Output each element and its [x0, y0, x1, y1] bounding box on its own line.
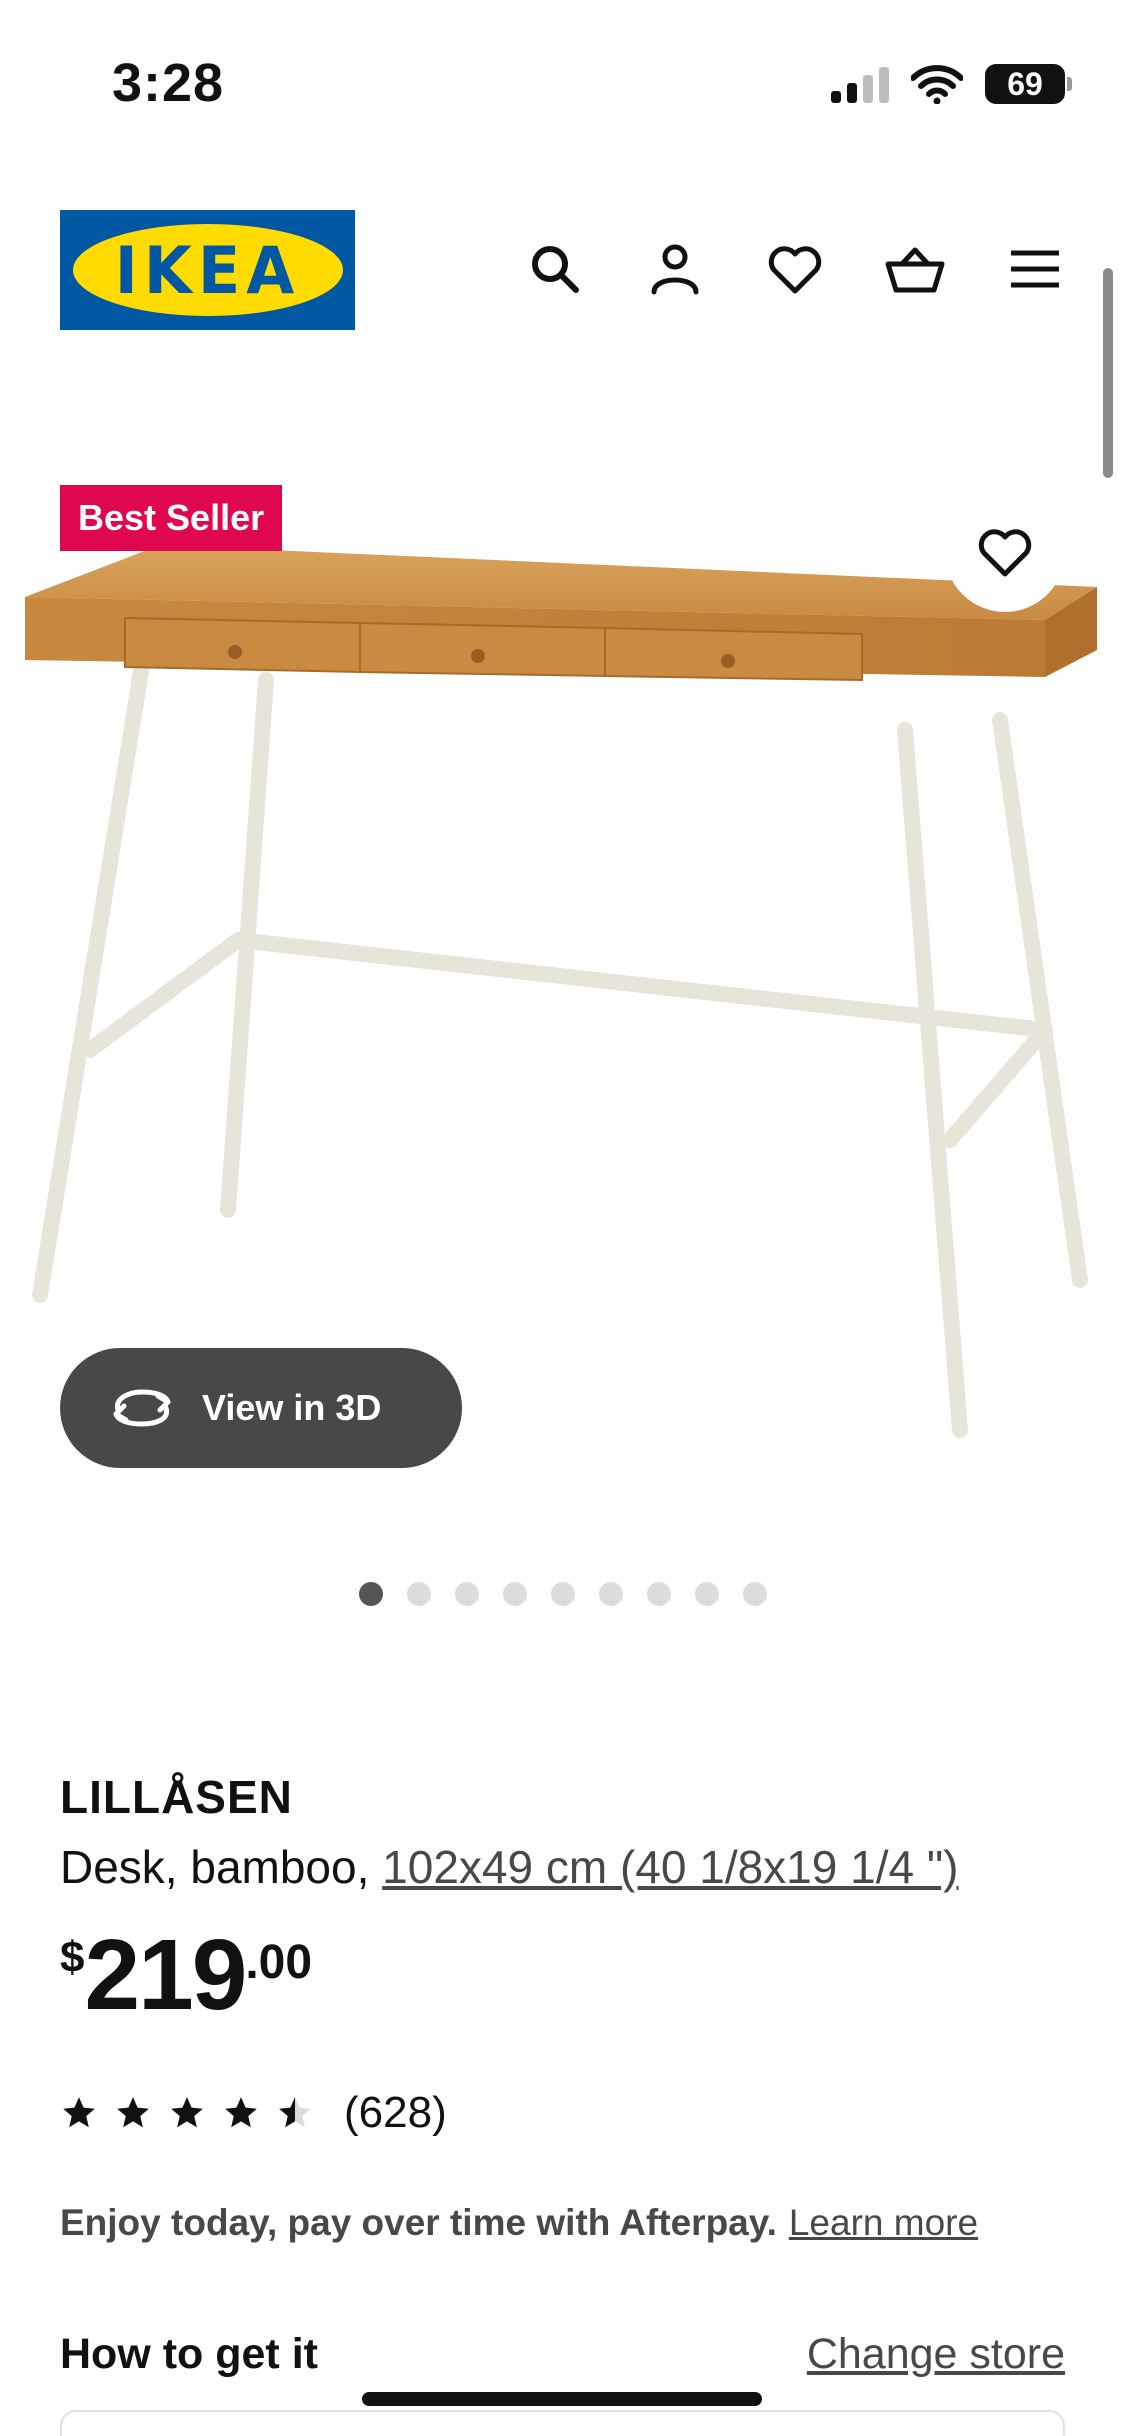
battery-icon: 69 [985, 64, 1072, 104]
star-icon [117, 2097, 149, 2128]
dimensions-link[interactable]: 102x49 cm (40 1/8x19 1/4 ") [382, 1841, 958, 1893]
pagination-dot[interactable] [550, 1582, 575, 1606]
account-icon[interactable] [643, 237, 707, 301]
half-star-icon [279, 2097, 311, 2128]
status-icons: 69 [831, 64, 1072, 104]
rating-count: (628) [344, 2088, 447, 2137]
basket-icon[interactable] [883, 237, 947, 301]
change-store-link[interactable]: Change store [807, 2330, 1065, 2379]
price-currency: $ [60, 1933, 85, 1982]
product-price: $ 219 .00 [60, 1925, 312, 2025]
rating-stars [60, 2094, 314, 2132]
best-seller-badge: Best Seller [60, 485, 283, 551]
price-decimal: .00 [245, 1936, 313, 1989]
scrollbar[interactable] [1103, 268, 1113, 478]
search-icon[interactable] [523, 237, 587, 301]
delivery-options-card[interactable] [60, 2410, 1065, 2436]
view-in-3d-label: View in 3D [202, 1387, 382, 1428]
rotate-3d-icon [113, 1389, 171, 1427]
product-description-text: Desk, bamboo, [60, 1841, 370, 1893]
ikea-logo[interactable]: IKEA [60, 210, 355, 330]
image-pagination [0, 1582, 1125, 1606]
pagination-dot[interactable] [502, 1582, 527, 1606]
pagination-dot[interactable] [598, 1582, 623, 1606]
how-to-get-it-heading: How to get it [60, 2330, 318, 2378]
menu-icon[interactable] [1003, 237, 1067, 301]
star-icon [225, 2097, 257, 2128]
price-integer: 219 [84, 1919, 247, 2031]
product-rating[interactable]: (628) [60, 2088, 447, 2138]
status-time: 3:28 [112, 53, 225, 113]
logo-oval: IKEA [72, 224, 343, 316]
star-icon [171, 2097, 203, 2128]
pagination-dot[interactable] [454, 1582, 479, 1606]
pagination-dot[interactable] [646, 1582, 671, 1606]
cellular-signal-icon [831, 65, 889, 103]
site-header: IKEA [0, 205, 1125, 335]
wifi-icon [911, 65, 963, 104]
pagination-dot[interactable] [358, 1582, 383, 1606]
logo-text: IKEA [114, 231, 301, 309]
battery-level: 69 [1007, 65, 1043, 102]
pagination-dot[interactable] [742, 1582, 767, 1606]
product-name: LILLÅSEN [60, 1771, 293, 1823]
afterpay-info: Enjoy today, pay over time with Afterpay… [60, 2202, 978, 2244]
home-indicator[interactable] [362, 2392, 762, 2406]
afterpay-text: Enjoy today, pay over time with Afterpay… [60, 2202, 777, 2243]
header-actions [523, 237, 1067, 301]
view-in-3d-button[interactable]: View in 3D [60, 1348, 462, 1468]
star-icon [63, 2097, 95, 2128]
afterpay-learn-more-link[interactable]: Learn more [789, 2202, 978, 2244]
heart-icon[interactable] [763, 237, 827, 301]
add-to-favorites-button[interactable] [945, 492, 1065, 612]
pagination-dot[interactable] [694, 1582, 719, 1606]
status-bar: 3:28 69 [0, 0, 1125, 170]
heart-icon [978, 529, 1032, 577]
pagination-dot[interactable] [406, 1582, 431, 1606]
product-description: Desk, bamboo, 102x49 cm (40 1/8x19 1/4 "… [60, 1840, 959, 1894]
